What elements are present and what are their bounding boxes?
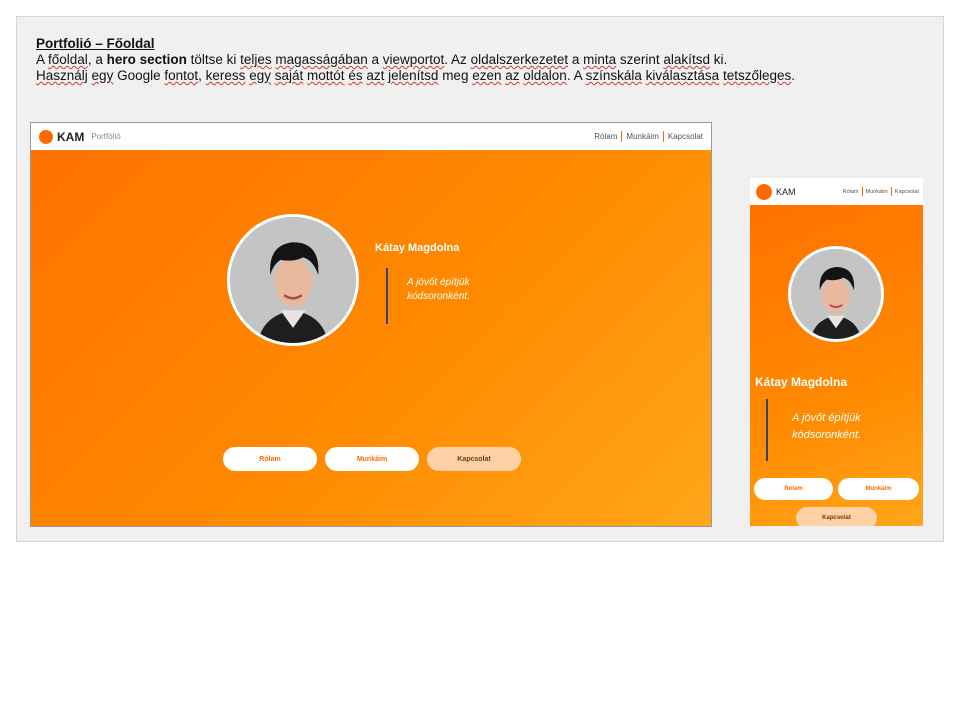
text-segment: . A <box>566 68 586 83</box>
text-segment: minta <box>583 52 617 67</box>
nav-link-kapcsolat[interactable]: Kapcsolat <box>668 132 703 141</box>
desktop-mockup: KAM Portfólió Rólam Munkáim Kapcsolat Ká… <box>30 122 712 527</box>
text-segment: meg <box>438 68 473 83</box>
desktop-navbar: KAM Portfólió Rólam Munkáim Kapcsolat <box>31 123 711 150</box>
text-segment: kiválasztása <box>645 68 720 83</box>
mobile-nav-links: Rólam Munkáim Kapcsolat <box>843 187 919 196</box>
motto-bar <box>766 399 768 461</box>
logo-dot-icon <box>756 183 772 200</box>
text-segment: alakítsd <box>663 52 710 67</box>
hero-motto: A jövőt építjük kódsoronként. <box>792 410 861 444</box>
brand-name: KAM <box>776 186 796 197</box>
text-segment: tetszőleges <box>722 68 792 83</box>
text-segment: az <box>505 68 520 83</box>
logo-dot-icon <box>39 129 53 144</box>
profile-photo <box>788 246 884 342</box>
text-segment: a <box>367 52 383 67</box>
desktop-brand[interactable]: KAM Portfólió <box>39 129 121 144</box>
mobile-brand[interactable]: KAM <box>756 183 796 200</box>
brand-name: KAM <box>57 129 85 144</box>
nav-link-rolam[interactable]: Rólam <box>594 132 617 141</box>
text-segment: , a <box>87 52 107 67</box>
nav-link-rolam[interactable]: Rólam <box>843 189 859 195</box>
text-segment: A <box>36 52 49 67</box>
text-segment: főoldal <box>48 52 88 67</box>
motto-bar <box>386 268 388 324</box>
text-segment: egy <box>249 68 271 83</box>
text-segment: azt <box>366 68 385 83</box>
portrait-icon <box>230 217 356 343</box>
motto-line-1: A jövőt építjük <box>407 277 470 288</box>
desktop-nav-links: Rólam Munkáim Kapcsolat <box>594 131 703 142</box>
text-segment-bold: hero section <box>106 52 187 67</box>
text-segment: . Az <box>444 52 471 67</box>
mobile-hero-section: Kátay Magdolna A jövőt építjük kódsoronk… <box>750 205 923 526</box>
hero-button-munkaim[interactable]: Munkáim <box>838 478 919 500</box>
assignment-line-2: Használj egy Google fontot, keress egy s… <box>36 68 916 84</box>
motto-line-1: A jövőt építjük <box>792 412 861 424</box>
desktop-hero-section: Kátay Magdolna A jövőt építjük kódsoronk… <box>31 150 711 526</box>
text-segment: saját <box>274 68 304 83</box>
text-segment: Használj <box>36 68 88 83</box>
nav-divider <box>621 131 623 142</box>
text-segment: fontot <box>164 68 199 83</box>
text-segment: jelenítsd <box>388 68 439 83</box>
mobile-navbar: KAM Rólam Munkáim Kapcsolat <box>750 178 923 205</box>
brand-subtitle: Portfólió <box>91 132 121 141</box>
text-segment: mottót <box>307 68 345 83</box>
hero-button-rolam[interactable]: Rólam <box>754 478 833 500</box>
assignment-line-1: A főoldal, a hero section töltse ki telj… <box>36 52 916 68</box>
text-segment: oldalon <box>523 68 567 83</box>
text-segment: szerint <box>616 52 664 67</box>
hero-button-munkaim[interactable]: Munkáim <box>325 447 419 471</box>
text-segment: ezen <box>472 68 502 83</box>
nav-divider <box>662 131 664 142</box>
hero-button-rolam[interactable]: Rólam <box>223 447 317 471</box>
motto-line-2: kódsoronként. <box>792 429 862 441</box>
text-segment: egy <box>91 68 114 83</box>
text-segment: , <box>198 68 206 83</box>
hero-button-kapcsolat[interactable]: Kapcsolat <box>796 507 877 526</box>
hero-motto: A jövőt építjük kódsoronként. <box>407 276 470 304</box>
hero-name: Kátay Magdolna <box>755 375 848 389</box>
mobile-mockup: KAM Rólam Munkáim Kapcsolat Kátay Magdol… <box>750 178 923 526</box>
hero-button-kapcsolat[interactable]: Kapcsolat <box>427 447 521 471</box>
text-segment: színskála <box>585 68 642 83</box>
text-segment: keress <box>205 68 246 83</box>
profile-photo <box>227 214 359 346</box>
text-segment: töltse ki <box>186 52 241 67</box>
text-segment: Google <box>113 68 165 83</box>
text-segment: oldalszerkezetet <box>470 52 569 67</box>
text-segment: . <box>791 68 796 83</box>
text-segment: viewportot <box>382 52 445 67</box>
assignment-title: Portfolió – Főoldal <box>36 36 155 51</box>
nav-link-munkaim[interactable]: Munkáim <box>866 189 888 195</box>
nav-divider <box>890 187 892 196</box>
nav-divider <box>861 187 863 196</box>
assignment-text: Portfolió – Főoldal A főoldal, a hero se… <box>36 36 916 84</box>
nav-link-munkaim[interactable]: Munkáim <box>626 132 658 141</box>
text-segment: és <box>348 68 363 83</box>
text-segment: ki. <box>709 52 728 67</box>
hero-name: Kátay Magdolna <box>375 242 460 254</box>
text-segment: a <box>568 52 584 67</box>
text-segment: magasságában <box>275 52 368 67</box>
nav-link-kapcsolat[interactable]: Kapcsolat <box>895 189 919 195</box>
text-segment: teljes <box>240 52 272 67</box>
portrait-icon <box>791 249 881 339</box>
motto-line-2: kódsoronként. <box>407 291 470 302</box>
